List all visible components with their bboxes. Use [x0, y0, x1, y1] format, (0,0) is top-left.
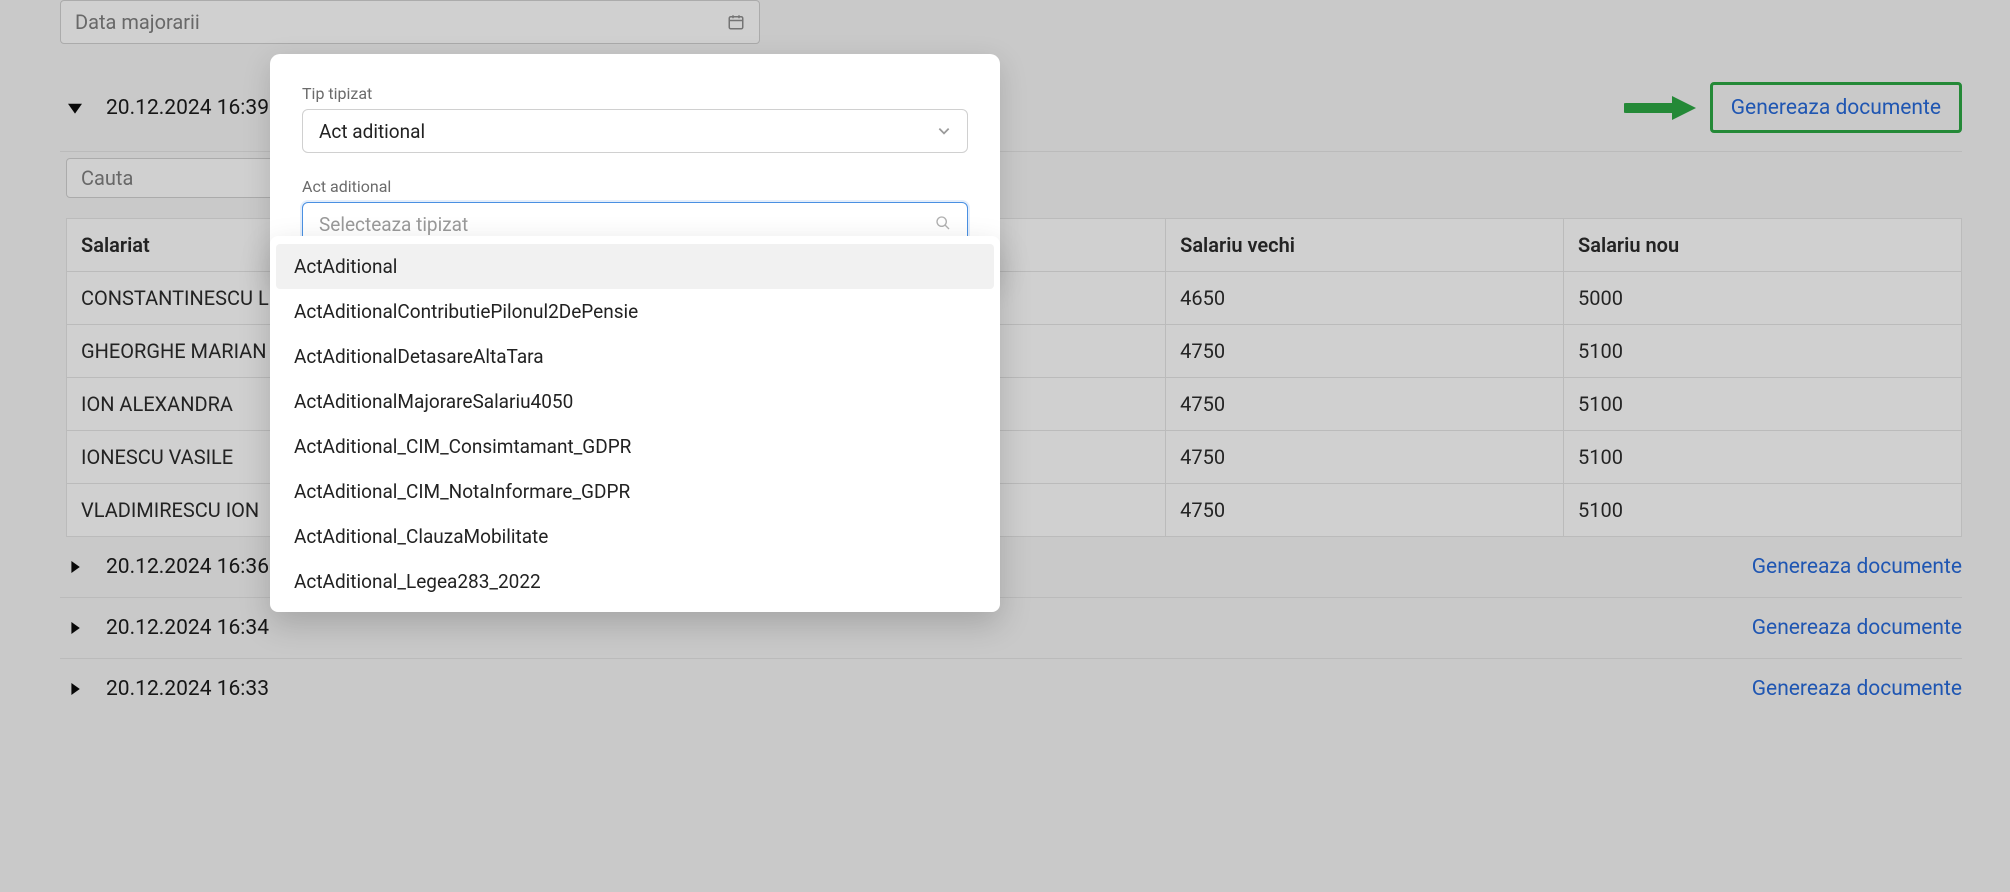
section-timestamp: 20.12.2024 16:34 — [106, 616, 269, 640]
caret-down-icon[interactable] — [66, 101, 84, 115]
dropdown-option[interactable]: ActAditional_CIM_NotaInformare_GDPR — [276, 469, 994, 514]
col-new-salary: Salariu nou — [1564, 219, 1962, 272]
date-majorarii-input[interactable]: Data majorarii — [60, 0, 760, 44]
generate-documents-link-highlighted[interactable]: Genereaza documente — [1731, 96, 1941, 120]
table-cell: 5100 — [1564, 484, 1962, 537]
table-cell: 5000 — [1564, 272, 1962, 325]
date-majorarii-placeholder: Data majorarii — [75, 10, 200, 34]
table-cell: 4750 — [1166, 325, 1564, 378]
table-cell: 4650 — [1166, 272, 1564, 325]
search-icon — [935, 213, 951, 236]
caret-right-icon[interactable] — [66, 621, 84, 635]
caret-right-icon[interactable] — [66, 682, 84, 696]
template-type-select[interactable]: Act aditional — [302, 109, 968, 153]
table-cell: 4750 — [1166, 484, 1564, 537]
dropdown-option[interactable]: ActAditional — [276, 244, 994, 289]
calendar-icon — [727, 13, 745, 31]
modal-label-act-aditional: Act aditional — [302, 177, 968, 196]
generate-documents-link[interactable]: Genereaza documente — [1752, 616, 1962, 640]
template-search-placeholder: Selecteaza tipizat — [319, 213, 468, 236]
dropdown-option[interactable]: ActAditionalMajorareSalariu4050 — [276, 379, 994, 424]
table-cell: 4750 — [1166, 378, 1564, 431]
dropdown-option[interactable]: ActAditional_ClauzaMobilitate — [276, 514, 994, 559]
dropdown-option[interactable]: ActAditional_CIM_Consimtamant_GDPR — [276, 424, 994, 469]
dropdown-option[interactable]: ActAditional_Legea283_2022 — [276, 559, 994, 604]
table-cell: 5100 — [1564, 325, 1962, 378]
section-timestamp: 20.12.2024 16:39 — [106, 96, 269, 120]
collapsed-section: 20.12.2024 16:33 Genereaza documente — [60, 659, 1962, 719]
chevron-down-icon — [937, 120, 951, 143]
generate-documents-link[interactable]: Genereaza documente — [1752, 555, 1962, 579]
table-cell: 5100 — [1564, 378, 1962, 431]
table-cell: 4750 — [1166, 431, 1564, 484]
col-old-salary: Salariu vechi — [1166, 219, 1564, 272]
dropdown-option[interactable]: ActAditionalContributiePilonul2DePensie — [276, 289, 994, 334]
section-timestamp: 20.12.2024 16:33 — [106, 677, 269, 701]
caret-right-icon[interactable] — [66, 560, 84, 574]
section-timestamp: 20.12.2024 16:36 — [106, 555, 269, 579]
table-cell: 5100 — [1564, 431, 1962, 484]
modal-label-tip-tipizat: Tip tipizat — [302, 84, 968, 103]
arrow-right-icon — [1624, 94, 1696, 122]
table-search-placeholder: Cauta — [81, 166, 133, 190]
generate-documents-link[interactable]: Genereaza documente — [1752, 677, 1962, 701]
dropdown-option[interactable]: ActAditionalDetasareAltaTara — [276, 334, 994, 379]
template-type-value: Act aditional — [319, 120, 425, 143]
template-dropdown: ActAditionalActAditionalContributiePilon… — [270, 236, 1000, 612]
